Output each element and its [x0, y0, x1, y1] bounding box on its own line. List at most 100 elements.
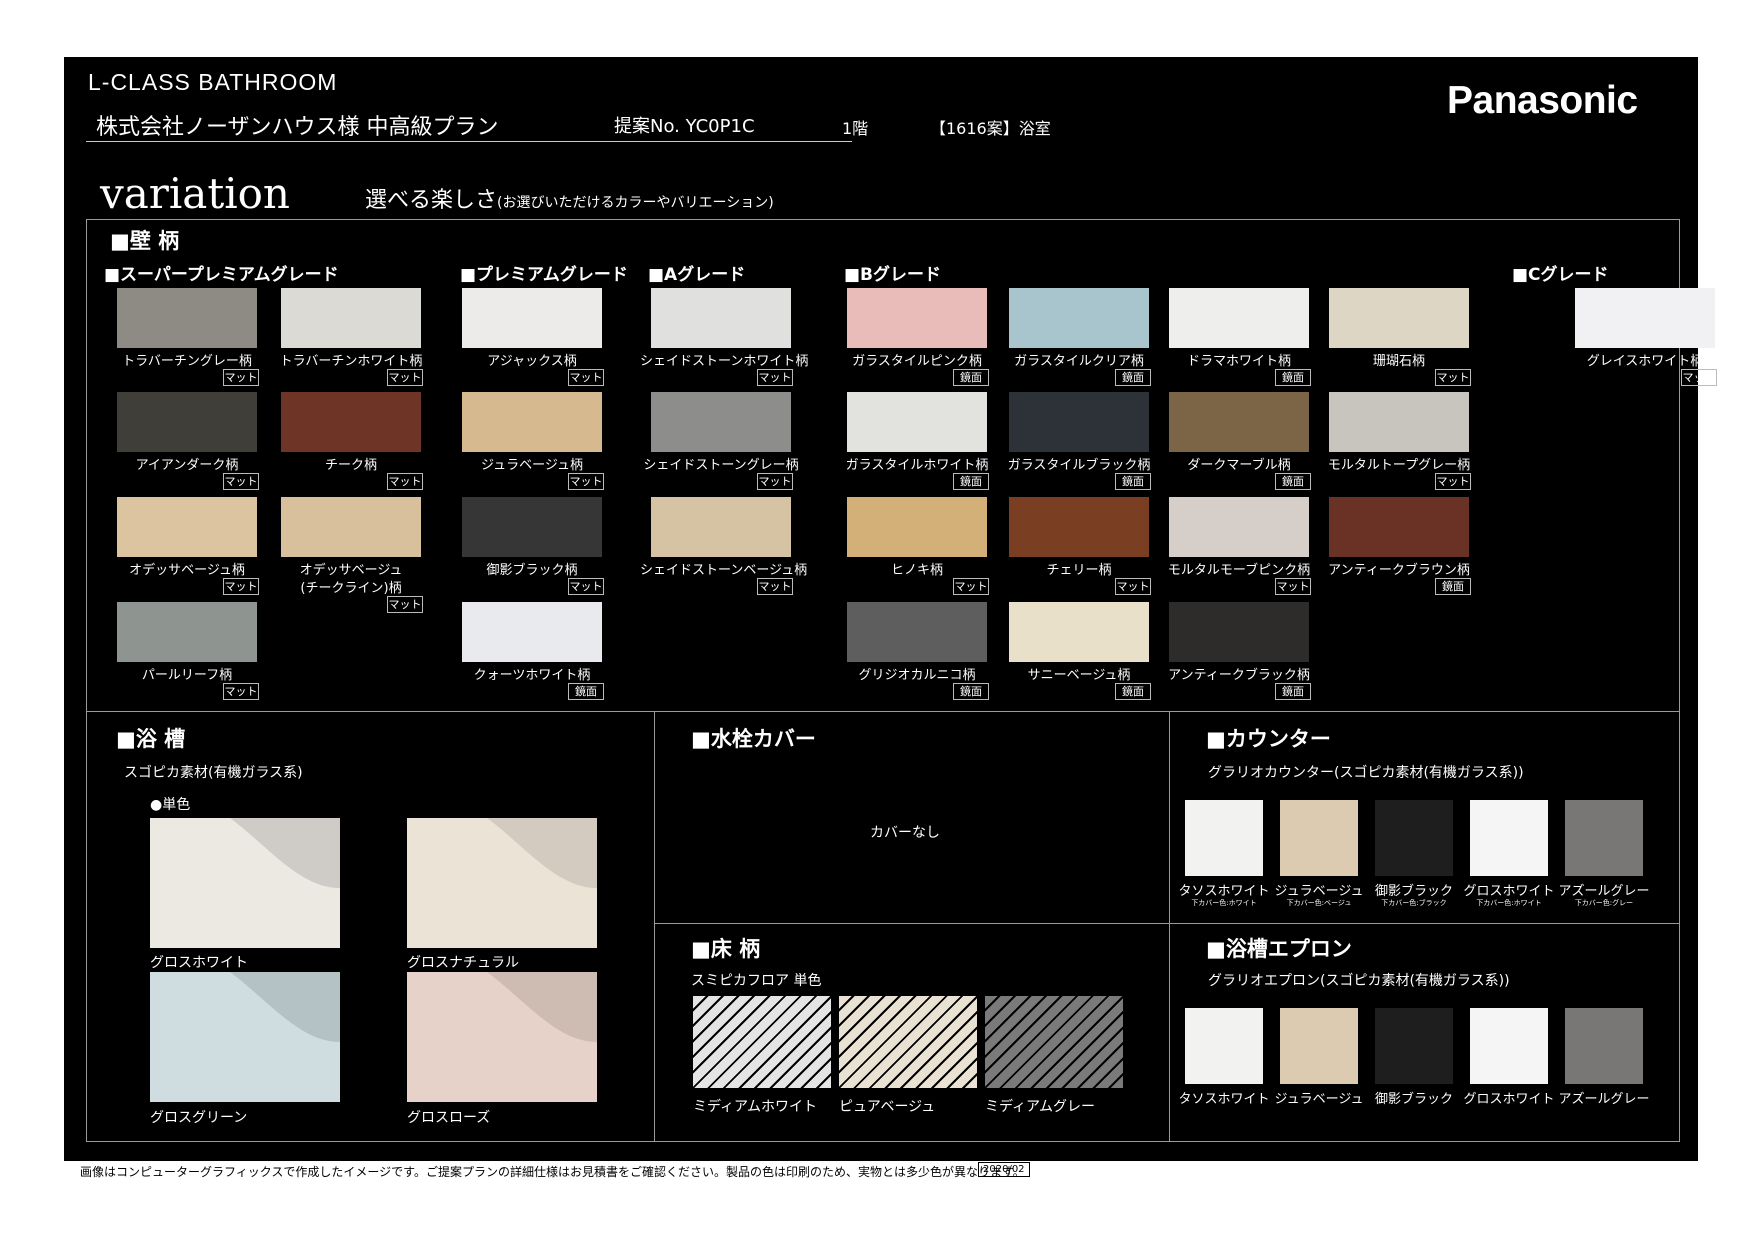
wall-swatch[interactable]	[651, 497, 791, 557]
wall-swatch[interactable]	[847, 602, 987, 662]
wall-swatch[interactable]	[1169, 392, 1309, 452]
wall-swatch[interactable]	[117, 497, 257, 557]
wall-swatch-name: シェイドストーンベージュ柄	[640, 563, 808, 578]
wall-swatch[interactable]	[462, 497, 602, 557]
counter-swatch[interactable]	[1470, 800, 1548, 876]
wall-swatch-finish-badge: 鏡面	[1275, 369, 1311, 386]
variation-title: variation	[100, 169, 290, 218]
apron-swatch[interactable]	[1565, 1008, 1643, 1084]
grade-b: ■Bグレード	[844, 265, 942, 285]
wall-swatch[interactable]	[1009, 288, 1149, 348]
wall-swatch[interactable]	[1575, 288, 1715, 348]
wall-swatch[interactable]	[1169, 288, 1309, 348]
counter-swatch[interactable]	[1375, 800, 1453, 876]
wall-swatch[interactable]	[1169, 602, 1309, 662]
divider-col-2	[1169, 711, 1170, 1141]
wall-swatch-name: トラバーチングレー柄	[122, 354, 252, 369]
floor-swatch[interactable]	[839, 996, 977, 1088]
wall-swatch-finish-badge: マット	[757, 369, 793, 386]
floor-swatch[interactable]	[985, 996, 1123, 1088]
wall-swatch-finish-badge: 鏡面	[1275, 473, 1311, 490]
apron-swatch[interactable]	[1185, 1008, 1263, 1084]
wall-heading: ■壁 柄	[110, 229, 180, 253]
bathtub-swatch[interactable]	[150, 818, 340, 948]
divider-wall-bottom	[86, 711, 1679, 712]
grade-a: ■Aグレード	[648, 265, 746, 285]
bathtub-swatch[interactable]	[407, 972, 597, 1102]
counter-swatch-name: 御影ブラック	[1374, 884, 1453, 899]
wall-swatch[interactable]	[1009, 497, 1149, 557]
wall-swatch[interactable]	[462, 602, 602, 662]
bathtub-swatch[interactable]	[150, 972, 340, 1102]
counter-swatch-cover-color: 下カバー色:グレー	[1574, 899, 1634, 907]
wall-swatch-name: シェイドストーンホワイト柄	[640, 354, 809, 369]
wall-swatch-finish-badge: 鏡面	[1115, 473, 1151, 490]
wall-swatch-finish-badge: 鏡面	[1275, 683, 1311, 700]
counter-swatch[interactable]	[1280, 800, 1358, 876]
wall-swatch-name: ヒノキ柄	[890, 563, 943, 578]
wall-swatch-finish-badge: 鏡面	[953, 683, 989, 700]
wall-swatch[interactable]	[281, 497, 421, 557]
floor-label: 1階	[842, 119, 869, 138]
variation-subtitle-note: (お選びいただけるカラーやバリエーション)	[497, 195, 774, 211]
wall-swatch-name: ジュラベージュ柄	[481, 458, 583, 473]
wall-swatch-name: ドラマホワイト柄	[1186, 354, 1291, 369]
apron-swatch[interactable]	[1470, 1008, 1548, 1084]
wall-swatch[interactable]	[847, 392, 987, 452]
wall-swatch[interactable]	[117, 602, 257, 662]
wall-swatch[interactable]	[1329, 392, 1469, 452]
apron-swatch-name: グロスホワイト	[1463, 1092, 1555, 1107]
wall-swatch[interactable]	[1329, 288, 1469, 348]
wall-swatch[interactable]	[847, 497, 987, 557]
customer-plan: 株式会社ノーザンハウス様 中高級プラン	[96, 115, 499, 140]
bathtub-type: ●単色	[150, 797, 191, 813]
wall-swatch-name: オデッサベージュ	[299, 563, 403, 578]
floor-swatch[interactable]	[693, 996, 831, 1088]
wall-swatch[interactable]	[117, 392, 257, 452]
wall-swatch-finish-badge: マット	[387, 473, 423, 490]
wall-swatch[interactable]	[1009, 602, 1149, 662]
wall-swatch-name: クォーツホワイト柄	[473, 668, 591, 683]
counter-swatch[interactable]	[1565, 800, 1643, 876]
bathtub-color-name: グロスナチュラル	[407, 955, 519, 971]
wall-swatch-finish-badge: マット	[223, 683, 259, 700]
apron-swatch-name: タソスホワイト	[1178, 1092, 1270, 1107]
floor-swatch-name: ミディアムグレー	[985, 1099, 1096, 1115]
wall-swatch[interactable]	[1169, 497, 1309, 557]
footer-disclaimer: 画像はコンピューターグラフィックスで作成したイメージです。ご提案プランの詳細仕様…	[80, 1165, 1025, 1179]
faucet-cover-value: カバーなし	[870, 825, 940, 841]
wall-swatch-finish-badge: 鏡面	[953, 473, 989, 490]
bathtub-swatch[interactable]	[407, 818, 597, 948]
wall-swatch[interactable]	[651, 288, 791, 348]
wall-swatch-finish-badge: 鏡面	[1115, 683, 1151, 700]
wall-swatch-name: 御影ブラック柄	[486, 563, 578, 578]
counter-swatch-name: グロスホワイト	[1463, 884, 1555, 899]
counter-swatch-cover-color: 下カバー色:ブラック	[1381, 899, 1447, 907]
wall-swatch-finish-badge: マット	[1681, 369, 1717, 386]
wall-swatch[interactable]	[117, 288, 257, 348]
wall-swatch[interactable]	[281, 288, 421, 348]
series-title: L-CLASS BATHROOM	[88, 69, 338, 95]
wall-swatch[interactable]	[1329, 497, 1469, 557]
apron-swatch[interactable]	[1375, 1008, 1453, 1084]
wall-swatch[interactable]	[462, 392, 602, 452]
wall-swatch-finish-badge: 鏡面	[953, 369, 989, 386]
apron-swatch-name: ジュラベージュ	[1274, 1092, 1364, 1107]
apron-swatch[interactable]	[1280, 1008, 1358, 1084]
wall-swatch[interactable]	[281, 392, 421, 452]
wall-swatch-name: ガラスタイルブラック柄	[1007, 458, 1151, 473]
wall-swatch-finish-badge: マット	[387, 369, 423, 386]
floor-material: スミピカフロア 単色	[691, 973, 822, 989]
wall-swatch-name: ガラスタイルホワイト柄	[845, 458, 989, 473]
wall-swatch-name: ガラスタイルクリア柄	[1014, 354, 1144, 369]
wall-swatch[interactable]	[847, 288, 987, 348]
wall-swatch-finish-badge: マット	[387, 596, 423, 613]
counter-swatch-cover-color: 下カバー色:ホワイト	[1191, 899, 1257, 907]
plan-label: 【1616案】浴室	[930, 119, 1051, 138]
wall-swatch[interactable]	[1009, 392, 1149, 452]
wall-swatch[interactable]	[651, 392, 791, 452]
counter-swatch-name: タソスホワイト	[1178, 884, 1270, 899]
wall-swatch[interactable]	[462, 288, 602, 348]
bathtub-color-name: グロスホワイト	[150, 955, 248, 971]
counter-swatch[interactable]	[1185, 800, 1263, 876]
